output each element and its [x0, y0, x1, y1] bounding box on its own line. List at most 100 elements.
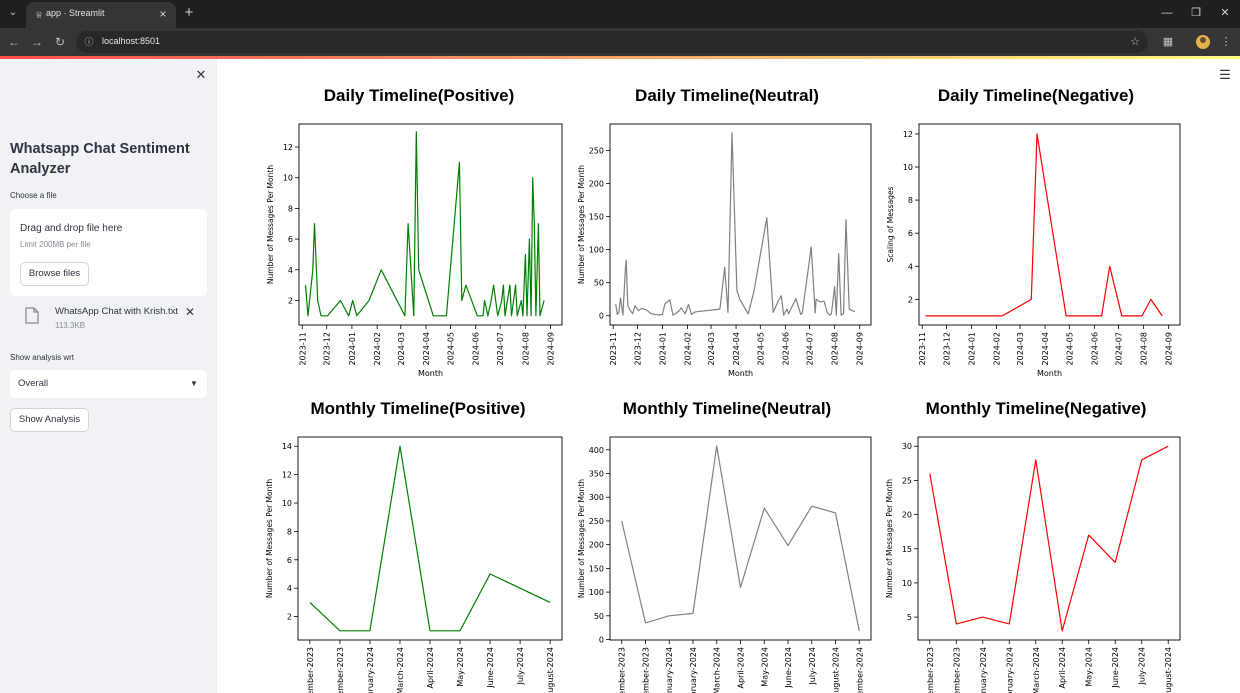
- x-tick-label-monthly-positive-november-2023: November-2023: [306, 647, 315, 693]
- x-tick-label-monthly-positive-march-2024: March-2024: [396, 647, 405, 693]
- y-tick-label-daily-neutral-100: 100: [589, 246, 604, 255]
- series-line-monthly-negative: [929, 445, 1169, 632]
- browse-files-button[interactable]: Browse files: [20, 262, 89, 286]
- x-tick-label-monthly-neutral-may-2024: May-2024: [760, 647, 769, 687]
- x-tick-label-monthly-neutral-july-2024: July-2024: [808, 647, 817, 686]
- x-axis-label-daily-negative: Month: [1037, 369, 1062, 378]
- series-line-daily-neutral: [615, 131, 856, 316]
- y-axis-label-daily-neutral: Number of Messages Per Month: [577, 165, 586, 284]
- uploaded-file-name: WhatsApp Chat with Krish.txt: [55, 306, 179, 317]
- x-tick-label-monthly-negative-may-2024: May-2024: [1085, 647, 1094, 687]
- y-tick-label-monthly-positive-10: 10: [282, 499, 292, 508]
- tab-search-icon[interactable]: ⌄: [6, 5, 20, 21]
- x-tick-label-daily-neutral-2024-09: 2024-09: [856, 332, 865, 365]
- x-tick-label-daily-neutral-2024-05: 2024-05: [756, 332, 765, 365]
- browser-tab-bar: ⌄ ♕ app · Streamlit × + — ❐ ✕: [0, 0, 1240, 28]
- y-tick-label-monthly-neutral-200: 200: [589, 541, 604, 550]
- y-tick-label-daily-negative-8: 8: [908, 196, 913, 205]
- y-axis-label-monthly-neutral: Number of Messages Per Month: [577, 479, 586, 598]
- minimize-icon[interactable]: —: [1156, 4, 1178, 22]
- y-tick-label-monthly-neutral-100: 100: [589, 588, 604, 597]
- x-tick-label-monthly-positive-december-2023: December-2023: [336, 647, 345, 693]
- tab-close-icon[interactable]: ×: [156, 6, 170, 22]
- y-tick-label-daily-positive-2: 2: [288, 296, 293, 305]
- x-tick-label-daily-negative-2024-08: 2024-08: [1140, 332, 1149, 365]
- plot-frame-daily-neutral: [609, 123, 872, 326]
- y-tick-label-daily-negative-4: 4: [908, 262, 913, 271]
- x-tick-label-daily-negative-2024-02: 2024-02: [993, 332, 1002, 365]
- url-text[interactable]: localhost:8501: [102, 36, 160, 46]
- x-tick-label-daily-negative-2023-11: 2023-11: [918, 332, 927, 365]
- new-tab-icon[interactable]: +: [180, 4, 198, 22]
- browser-menu-icon[interactable]: ⋮: [1220, 34, 1232, 50]
- uploaded-file-size: 113.3KB: [55, 321, 86, 330]
- dropzone-instruction: Drag and drop file here: [20, 223, 123, 234]
- x-tick-label-daily-positive-2023-11: 2023-11: [298, 332, 307, 365]
- y-tick-label-daily-positive-6: 6: [288, 235, 293, 244]
- x-tick-label-daily-negative-2023-12: 2023-12: [943, 332, 952, 365]
- remove-file-icon[interactable]: ✕: [183, 304, 197, 320]
- y-tick-label-daily-neutral-200: 200: [589, 180, 604, 189]
- forward-icon[interactable]: →: [29, 34, 45, 50]
- streamlit-favicon-icon: ♕: [34, 10, 44, 20]
- x-tick-label-daily-negative-2024-09: 2024-09: [1165, 332, 1174, 365]
- x-tick-label-monthly-neutral-september-2024: September-2024: [855, 647, 864, 693]
- x-tick-label-monthly-negative-august-2024: August-2024: [1164, 647, 1173, 693]
- reload-icon[interactable]: ↻: [52, 34, 68, 50]
- y-tick-label-monthly-negative-25: 25: [902, 476, 912, 485]
- analysis-select-label: Show analysis wrt: [10, 353, 75, 362]
- extensions-icon[interactable]: ▦: [1161, 34, 1175, 50]
- y-tick-label-monthly-negative-10: 10: [902, 579, 912, 588]
- series-line-daily-negative: [925, 133, 1163, 317]
- y-tick-label-monthly-neutral-300: 300: [589, 493, 604, 502]
- tab-title: app · Streamlit: [46, 8, 105, 18]
- x-tick-label-monthly-positive-june-2024: June-2024: [486, 647, 495, 689]
- x-tick-label-daily-negative-2024-06: 2024-06: [1090, 332, 1099, 365]
- series-line-daily-positive: [304, 131, 545, 317]
- y-tick-label-monthly-neutral-150: 150: [589, 564, 604, 573]
- profile-avatar[interactable]: [1196, 35, 1210, 49]
- analysis-select[interactable]: Overall ▼: [10, 370, 207, 398]
- site-info-icon[interactable]: ⓘ: [83, 35, 95, 49]
- x-tick-label-daily-neutral-2024-02: 2024-02: [684, 332, 693, 365]
- show-analysis-button[interactable]: Show Analysis: [10, 408, 89, 432]
- x-tick-label-daily-neutral-2024-06: 2024-06: [781, 332, 790, 365]
- y-tick-label-monthly-negative-15: 15: [902, 545, 912, 554]
- x-tick-label-daily-positive-2024-03: 2024-03: [397, 332, 406, 365]
- window-close-icon[interactable]: ✕: [1214, 4, 1236, 22]
- x-tick-label-daily-positive-2023-12: 2023-12: [323, 332, 332, 365]
- dropzone-limit: Limit 200MB per file: [20, 240, 91, 249]
- x-tick-label-daily-neutral-2024-03: 2024-03: [707, 332, 716, 365]
- sidebar-close-icon[interactable]: ✕: [194, 67, 208, 83]
- y-tick-label-monthly-negative-30: 30: [902, 442, 912, 451]
- restore-icon[interactable]: ❐: [1185, 4, 1207, 22]
- address-bar[interactable]: ⓘ localhost:8501 ☆: [76, 31, 1148, 53]
- y-tick-label-daily-negative-6: 6: [908, 229, 913, 238]
- file-dropzone[interactable]: Drag and drop file here Limit 200MB per …: [10, 209, 207, 296]
- x-tick-label-daily-positive-2024-04: 2024-04: [422, 332, 431, 365]
- x-tick-label-daily-neutral-2024-08: 2024-08: [831, 332, 840, 365]
- y-tick-label-daily-neutral-50: 50: [594, 279, 604, 288]
- x-tick-label-monthly-neutral-march-2024: March-2024: [713, 647, 722, 693]
- y-tick-label-monthly-neutral-350: 350: [589, 470, 604, 479]
- x-tick-label-monthly-negative-december-2023: December-2023: [952, 647, 961, 693]
- plot-frame-monthly-positive: [297, 436, 563, 641]
- y-tick-label-monthly-neutral-400: 400: [589, 446, 604, 455]
- x-tick-label-monthly-negative-march-2024: March-2024: [1032, 647, 1041, 693]
- series-line-monthly-positive: [309, 445, 551, 632]
- back-icon[interactable]: ←: [6, 34, 22, 50]
- browser-tab[interactable]: ♕ app · Streamlit ×: [26, 2, 176, 28]
- y-tick-label-monthly-positive-2: 2: [287, 613, 292, 622]
- plot-frame-daily-positive: [298, 123, 563, 326]
- sidebar: ✕ Whatsapp Chat Sentiment Analyzer Choos…: [0, 59, 217, 693]
- y-tick-label-monthly-positive-8: 8: [287, 527, 292, 536]
- x-tick-label-monthly-positive-july-2024: July-2024: [516, 647, 525, 686]
- x-tick-label-daily-neutral-2023-12: 2023-12: [634, 332, 643, 365]
- x-tick-label-daily-negative-2024-07: 2024-07: [1115, 332, 1124, 365]
- y-axis-label-monthly-positive: Number of Messages Per Month: [265, 479, 274, 598]
- x-tick-label-daily-positive-2024-09: 2024-09: [547, 332, 556, 365]
- bookmark-star-icon[interactable]: ☆: [1128, 34, 1142, 50]
- x-tick-label-monthly-negative-november-2023: November-2023: [926, 647, 935, 693]
- x-tick-label-daily-positive-2024-05: 2024-05: [446, 332, 455, 365]
- y-tick-label-monthly-neutral-0: 0: [599, 636, 604, 645]
